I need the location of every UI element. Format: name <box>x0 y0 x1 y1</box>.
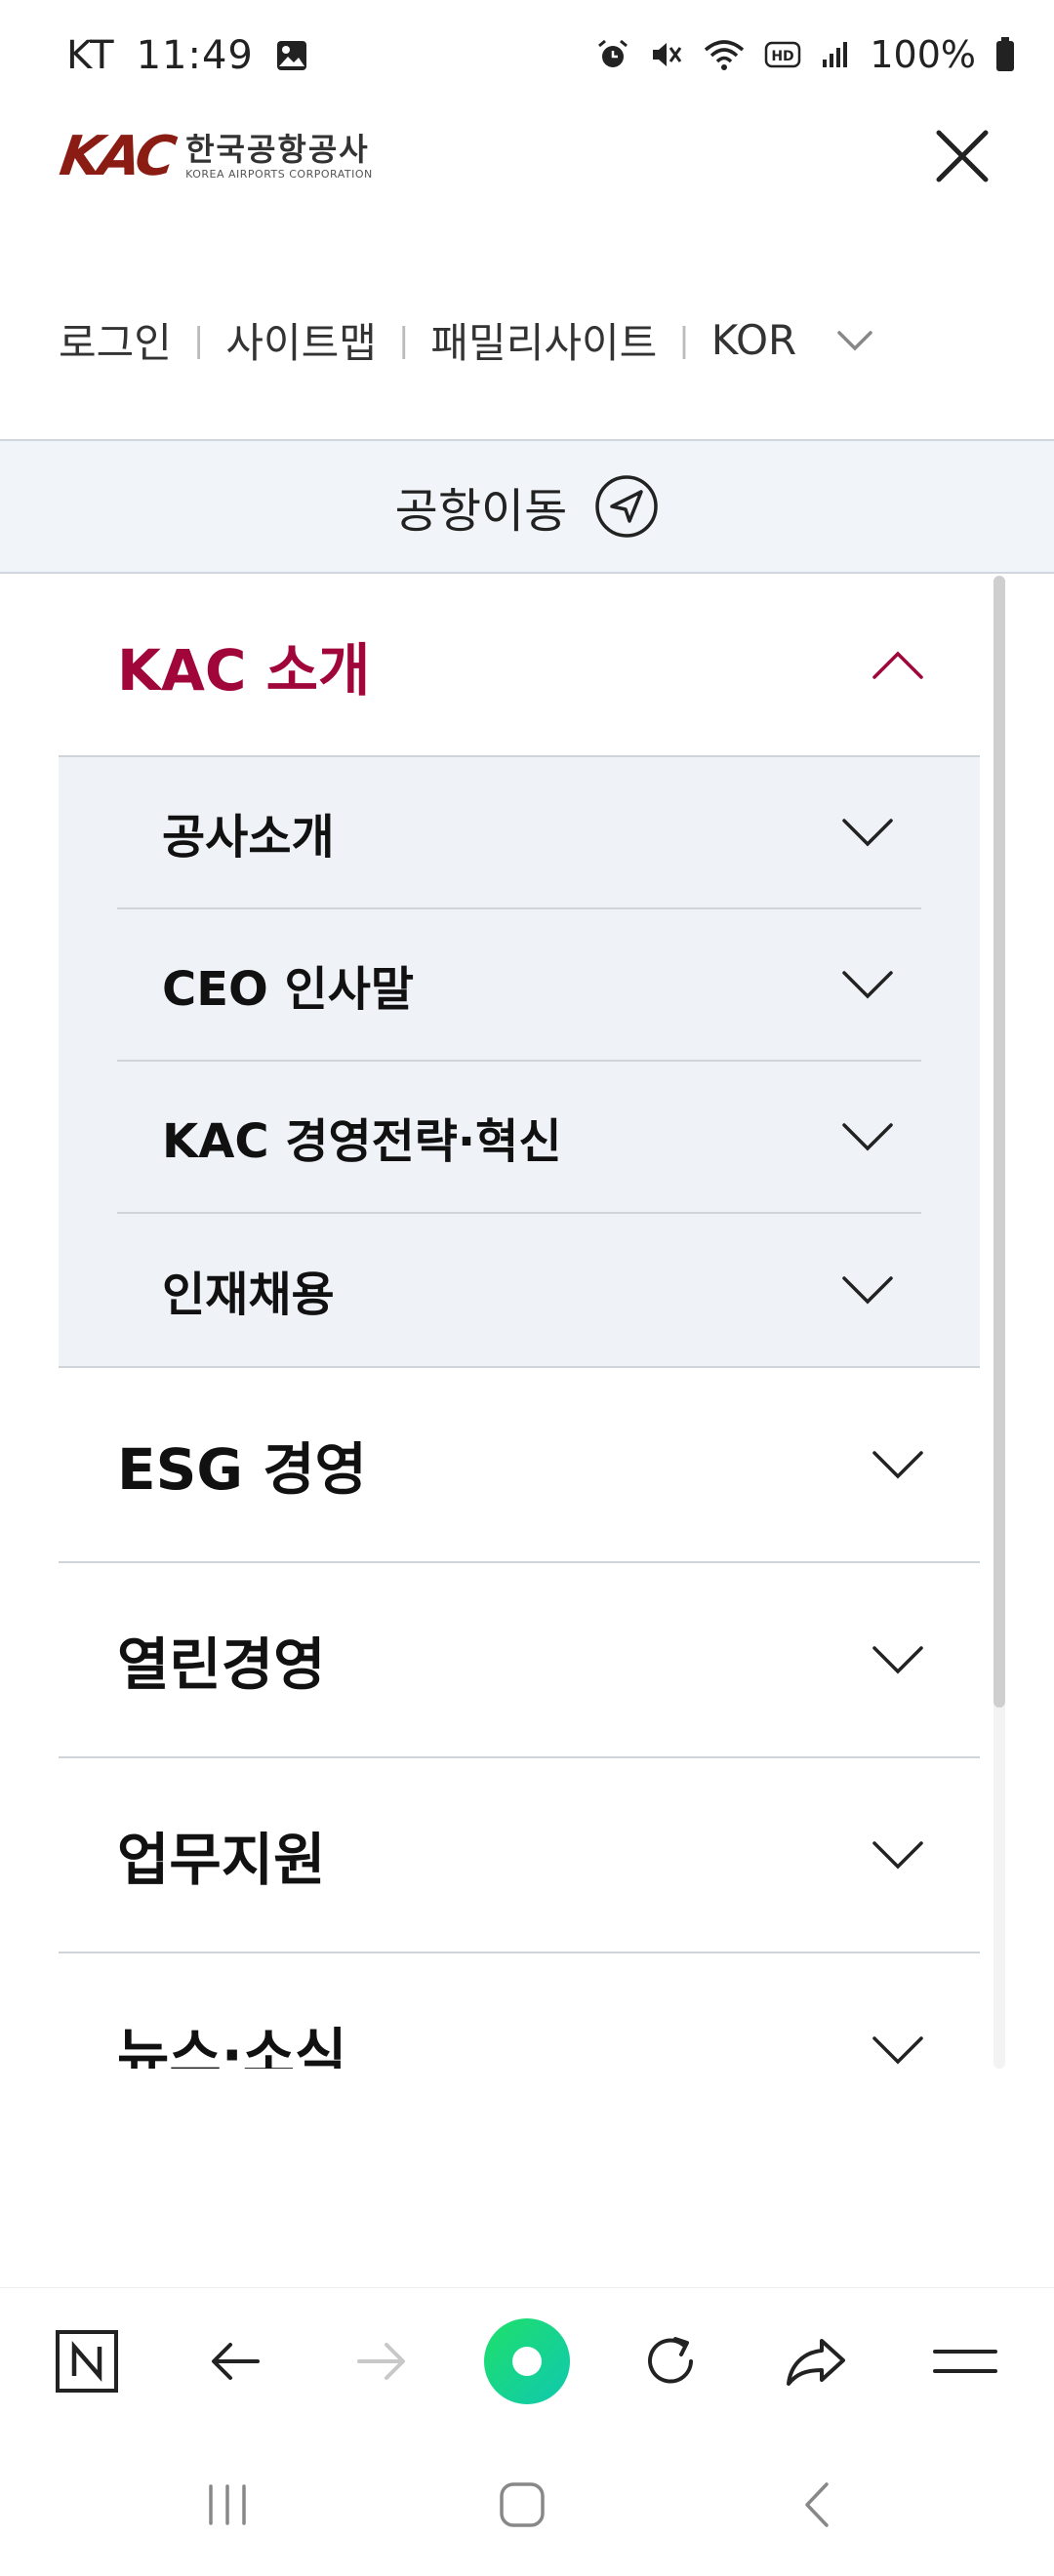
status-bar: KT 11:49 HD 100% <box>0 0 1054 115</box>
menu-item-news[interactable]: 뉴스·소식 <box>59 1953 980 2069</box>
submenu-item-ceo[interactable]: CEO 인사말 <box>117 909 921 1062</box>
airport-navigation-button[interactable]: 공항이동 <box>0 439 1054 574</box>
close-menu-button[interactable] <box>927 121 997 191</box>
status-right: HD 100% <box>596 33 1015 76</box>
carrier-label: KT <box>66 33 115 78</box>
battery-icon <box>996 37 1014 71</box>
scroll-thumb[interactable] <box>993 576 1005 1708</box>
submenu-item-strategy[interactable]: KAC 경영전략·혁신 <box>117 1062 921 1214</box>
browser-toolbar <box>0 2287 1054 2434</box>
menu-item-kac-intro[interactable]: KAC 소개 <box>59 576 980 757</box>
menu-label: KAC 소개 <box>117 637 371 704</box>
menu-item-open-management[interactable]: 열린경영 <box>59 1563 980 1758</box>
greendot-button[interactable] <box>483 2317 571 2405</box>
signal-icon <box>823 42 848 67</box>
divider: | <box>678 320 690 360</box>
menu-icon <box>933 2350 997 2373</box>
menu-item-esg[interactable]: ESG 경영 <box>59 1368 980 1563</box>
submenu-label: KAC 경영전략·혁신 <box>162 1114 562 1169</box>
login-link[interactable]: 로그인 <box>59 310 172 370</box>
chevron-down-icon <box>872 2036 923 2065</box>
chevron-down-icon <box>872 1646 923 1674</box>
submenu-item-recruit[interactable]: 인재채용 <box>117 1214 921 1366</box>
close-icon <box>936 130 989 182</box>
wifi-icon <box>705 40 745 70</box>
battery-percent: 100% <box>870 33 976 76</box>
recent-apps-icon <box>209 2484 246 2525</box>
airport-label: 공항이동 <box>394 484 568 539</box>
submenu-label: 인재채용 <box>162 1268 335 1322</box>
forward-button[interactable] <box>338 2317 426 2405</box>
arrow-left-icon <box>212 2343 260 2380</box>
share-icon <box>787 2339 845 2386</box>
system-back-button[interactable] <box>773 2463 861 2547</box>
divider: | <box>192 320 205 360</box>
chevron-down-icon <box>842 971 893 999</box>
submenu-label: CEO 인사말 <box>162 962 415 1017</box>
share-button[interactable] <box>773 2317 861 2405</box>
menu-label: 뉴스·소식 <box>117 2022 347 2069</box>
menu-item-business-support[interactable]: 업무지원 <box>59 1758 980 1953</box>
status-left: KT 11:49 <box>66 33 308 78</box>
mute-icon <box>653 43 682 66</box>
naver-home-button[interactable] <box>43 2317 131 2405</box>
menu-label: 열린경영 <box>117 1631 326 1698</box>
gallery-icon <box>276 41 306 70</box>
chevron-up-icon <box>872 651 923 679</box>
hd-icon: HD <box>765 41 801 68</box>
home-icon <box>500 2482 545 2527</box>
refresh-icon <box>648 2337 693 2384</box>
chevron-down-icon <box>842 819 893 847</box>
submenu-kac-intro: 공사소개 CEO 인사말 KAC 경영전략·혁신 인재채용 <box>59 757 980 1368</box>
family-site-link[interactable]: 패밀리사이트 <box>430 310 657 370</box>
language-select[interactable]: KOR <box>711 316 797 364</box>
alarm-icon <box>598 39 628 67</box>
submenu-label: 공사소개 <box>162 810 335 865</box>
divider: | <box>397 320 410 360</box>
logo-text: 한국공항공사 KOREA AIRPORTS CORPORATION <box>185 134 373 180</box>
refresh-button[interactable] <box>627 2317 714 2405</box>
recent-apps-button[interactable] <box>183 2463 271 2547</box>
greendot-icon <box>484 2318 570 2404</box>
home-button[interactable] <box>478 2463 566 2547</box>
menu-label: 업무지원 <box>117 1827 326 1893</box>
chevron-down-icon <box>842 1276 893 1305</box>
menu-scrollbar[interactable] <box>993 576 1005 2069</box>
logo-english: KOREA AIRPORTS CORPORATION <box>185 168 373 181</box>
naver-n-icon <box>56 2330 118 2393</box>
chevron-down-icon[interactable] <box>835 329 874 352</box>
sitemap-link[interactable]: 사이트맵 <box>225 310 377 370</box>
chevron-down-icon <box>842 1123 893 1151</box>
chevron-down-icon <box>872 1451 923 1479</box>
logo-korean: 한국공항공사 <box>185 131 370 168</box>
chevron-left-icon <box>805 2482 829 2527</box>
navigation-arrow-icon <box>595 475 659 538</box>
back-button[interactable] <box>191 2317 279 2405</box>
arrow-right-icon <box>357 2343 405 2380</box>
utility-nav: 로그인 | 사이트맵 | 패밀리사이트 | KOR <box>59 310 874 370</box>
system-nav-bar <box>0 2434 1054 2576</box>
menu-label: ESG 경영 <box>117 1436 367 1503</box>
submenu-item-company[interactable]: 공사소개 <box>117 757 921 909</box>
logo-mark: KAC <box>56 125 177 188</box>
svg-text:HD: HD <box>772 49 794 64</box>
kac-logo[interactable]: KAC 한국공항공사 KOREA AIRPORTS CORPORATION <box>56 125 373 188</box>
clock: 11:49 <box>136 33 254 78</box>
chevron-down-icon <box>872 1841 923 1870</box>
main-menu: KAC 소개 공사소개 CEO 인사말 KAC 경영전략·혁신 인재채용 ESG… <box>59 576 980 2069</box>
menu-button[interactable] <box>921 2317 1009 2405</box>
